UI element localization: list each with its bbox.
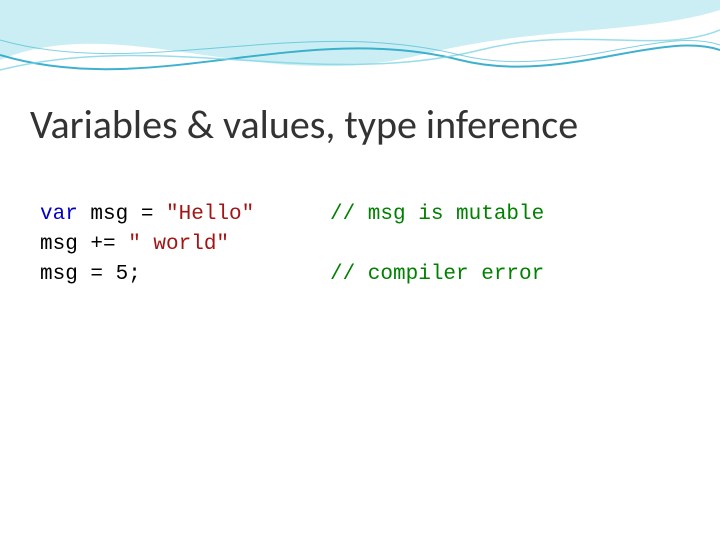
keyword-var: var bbox=[40, 203, 78, 226]
code-text: msg += bbox=[40, 233, 128, 256]
code-text: msg = 5; bbox=[40, 260, 330, 290]
comment: // msg is mutable bbox=[330, 200, 544, 230]
code-text: msg = bbox=[78, 203, 166, 226]
slide: Variables & values, type inference var m… bbox=[0, 0, 720, 540]
slide-body: var msg = "Hello" // msg is mutable msg … bbox=[40, 200, 680, 290]
code-line-2: msg += " world" bbox=[40, 230, 680, 260]
string-literal: "Hello" bbox=[166, 203, 254, 226]
comment: // compiler error bbox=[330, 260, 544, 290]
code-line-3: msg = 5; // compiler error bbox=[40, 260, 680, 290]
code-line-1: var msg = "Hello" // msg is mutable bbox=[40, 200, 680, 230]
slide-title: Variables & values, type inference bbox=[30, 100, 690, 149]
decorative-wave bbox=[0, 0, 720, 100]
string-literal: " world" bbox=[128, 233, 229, 256]
